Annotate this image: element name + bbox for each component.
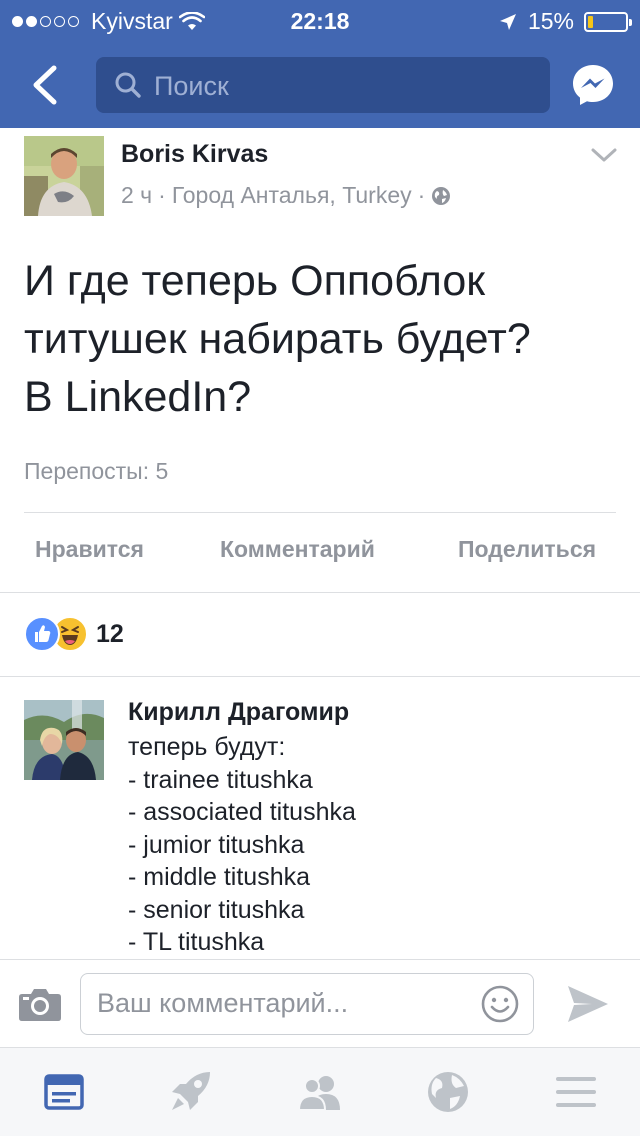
comment-composer: Ваш комментарий...	[0, 959, 640, 1048]
meta-separator: ·	[158, 182, 166, 208]
post-text-line: В LinkedIn?	[24, 373, 252, 421]
like-button[interactable]: Нравится	[35, 536, 144, 563]
status-bar: Kyivstar 22:18 15%	[0, 0, 640, 42]
post-location[interactable]: Город Анталья, Turkey	[172, 182, 412, 209]
search-icon	[115, 72, 141, 98]
rocket-icon[interactable]	[166, 1068, 214, 1116]
author-avatar[interactable]	[24, 136, 104, 216]
like-reaction-icon	[24, 616, 60, 652]
globe-tab-icon[interactable]	[424, 1068, 472, 1116]
back-arrow-icon[interactable]	[26, 62, 66, 108]
reactions-summary[interactable]: 12	[24, 616, 124, 652]
camera-icon[interactable]	[18, 986, 62, 1022]
post-actions: Нравится Комментарий Поделиться	[0, 536, 640, 570]
post-text-line: титушек набирать будет?	[24, 315, 531, 363]
commenter-photo	[24, 700, 104, 780]
comment-input[interactable]: Ваш комментарий...	[80, 973, 534, 1035]
messenger-icon[interactable]	[570, 62, 616, 108]
comment-text: теперь будут: - trainee titushka - assoc…	[128, 731, 356, 959]
comment-line: теперь будут:	[128, 733, 286, 761]
comment-line: - middle titushka	[128, 863, 311, 891]
comment-line: - jumior titushka	[128, 830, 305, 859]
shares-count[interactable]: Перепосты: 5	[24, 458, 168, 485]
comment-placeholder: Ваш комментарий...	[97, 988, 349, 1018]
author-photo	[24, 136, 104, 216]
post-author[interactable]: Boris Kirvas	[121, 140, 268, 169]
divider	[24, 512, 616, 513]
comment-author[interactable]: Кирилл Драгомир	[128, 698, 349, 727]
tab-bar	[0, 1048, 640, 1136]
battery-icon	[584, 11, 632, 32]
post-text-line: И где теперь Оппоблок	[24, 257, 486, 305]
meta-separator: ·	[417, 182, 426, 208]
location-arrow-icon	[499, 13, 516, 30]
news-feed-icon[interactable]	[40, 1068, 88, 1116]
post-time[interactable]: 2 ч	[121, 182, 152, 209]
friends-icon[interactable]	[296, 1068, 344, 1116]
top-bar: Kyivstar 22:18 15% Поиск	[0, 0, 640, 128]
comment-line: - trainee titushka	[128, 765, 313, 794]
post-meta: 2 ч · Город Анталья, Turkey ·	[121, 182, 451, 209]
globe-icon	[432, 186, 451, 205]
menu-icon[interactable]	[552, 1068, 600, 1116]
search-placeholder: Поиск	[154, 71, 229, 101]
commenter-avatar[interactable]	[24, 700, 104, 780]
chevron-down-icon[interactable]	[590, 146, 618, 164]
divider	[0, 676, 640, 677]
share-button[interactable]: Поделиться	[458, 536, 596, 563]
comment-line: - TL titushka	[128, 928, 265, 956]
battery-percent: 15%	[527, 8, 574, 34]
search-bar[interactable]: Поиск	[96, 57, 550, 113]
status-right: 15%	[498, 8, 632, 35]
comment-button[interactable]: Комментарий	[220, 536, 375, 563]
comment-line: - associated titushka	[128, 798, 356, 826]
smiley-icon[interactable]	[481, 985, 519, 1023]
divider	[0, 592, 640, 593]
comment-line: - senior titushka	[128, 895, 305, 924]
reactions-count: 12	[96, 619, 124, 648]
post-text: И где теперь Оппоблок титушек набирать б…	[24, 252, 624, 426]
send-icon[interactable]	[566, 984, 610, 1024]
